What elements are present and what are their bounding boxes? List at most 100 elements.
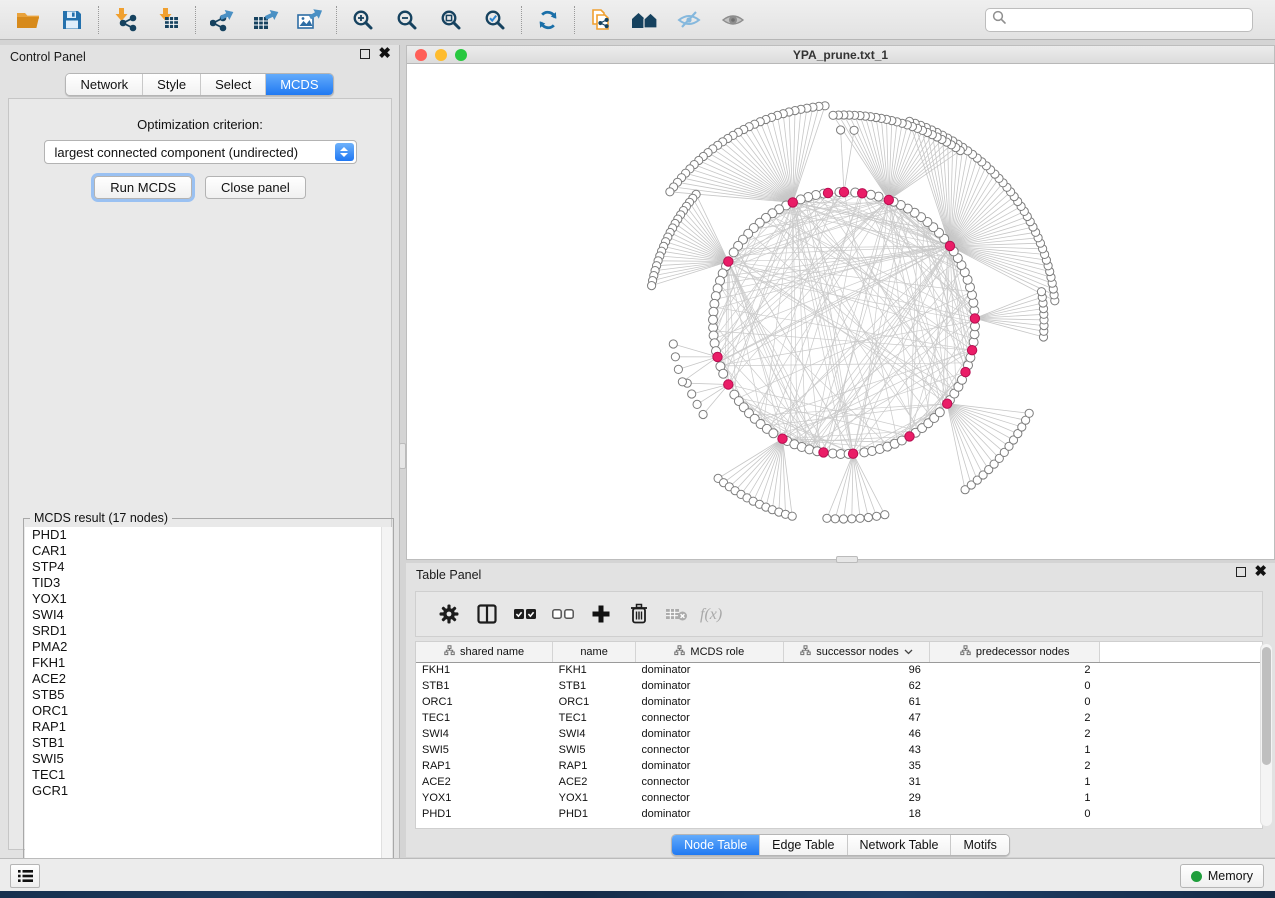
memory-button[interactable]: Memory <box>1180 864 1264 888</box>
network-canvas[interactable] <box>407 64 1274 559</box>
table-tab-motifs[interactable]: Motifs <box>950 835 1008 855</box>
tab-mcds[interactable]: MCDS <box>265 74 332 95</box>
add-row-icon[interactable] <box>582 597 620 631</box>
zoom-selected-icon[interactable] <box>473 4 517 36</box>
open-folder-icon[interactable] <box>6 4 50 36</box>
criterion-dropdown[interactable]: largest connected component (undirected) <box>44 140 357 164</box>
column-header-name[interactable]: name <box>553 642 636 662</box>
search-box[interactable] <box>985 8 1253 32</box>
table-tab-network-table[interactable]: Network Table <box>847 835 951 855</box>
column-header-MCDS-role[interactable]: MCDS role <box>636 642 784 662</box>
result-node-item[interactable]: TEC1 <box>25 767 392 783</box>
tree-icon <box>444 645 455 659</box>
application-window: Control Panel ✖ NetworkStyleSelectMCDS O… <box>0 0 1275 898</box>
control-panel: Control Panel ✖ NetworkStyleSelectMCDS O… <box>0 45 400 858</box>
search-icon <box>992 10 1007 30</box>
desktop-background <box>0 891 1275 898</box>
result-node-item[interactable]: ACE2 <box>25 671 392 687</box>
import-network-icon[interactable] <box>103 4 147 36</box>
close-window-icon[interactable] <box>415 49 427 61</box>
run-mcds-button[interactable]: Run MCDS <box>94 176 192 199</box>
table-row[interactable]: STB1STB1dominator 620 <box>416 678 1262 694</box>
network-view-window: YPA_prune.txt_1 <box>406 45 1275 560</box>
table-row[interactable]: SWI4SWI4dominator 462 <box>416 726 1262 742</box>
close-table-panel-icon[interactable]: ✖ <box>1254 567 1267 577</box>
copy-style-icon[interactable] <box>579 4 623 36</box>
table-row[interactable]: YOX1YOX1connector 291 <box>416 790 1262 806</box>
table-scrollbar-thumb[interactable] <box>1262 647 1271 765</box>
zoom-out-icon[interactable] <box>385 4 429 36</box>
close-panel-icon[interactable]: ✖ <box>378 49 391 59</box>
maximize-window-icon[interactable] <box>455 49 467 61</box>
delete-row-icon[interactable] <box>620 597 658 631</box>
show-all-icon[interactable] <box>711 4 755 36</box>
table-row[interactable]: PHD1PHD1dominator 180 <box>416 806 1262 822</box>
chevron-down-icon[interactable] <box>904 646 913 658</box>
deselect-all-icon[interactable] <box>544 597 582 631</box>
tab-select[interactable]: Select <box>200 74 265 95</box>
tree-icon <box>674 645 685 659</box>
table-row[interactable]: TEC1TEC1connector 472 <box>416 710 1262 726</box>
zoom-fit-icon[interactable] <box>429 4 473 36</box>
column-header-predecessor-nodes[interactable]: predecessor nodes <box>930 642 1100 662</box>
float-table-panel-icon[interactable] <box>1236 567 1246 577</box>
column-header-shared-name[interactable]: shared name <box>416 642 553 662</box>
network-window-titlebar: YPA_prune.txt_1 <box>407 46 1274 64</box>
toolbar-separator <box>574 6 575 34</box>
table-row[interactable]: ORC1ORC1dominator 610 <box>416 694 1262 710</box>
optimization-criterion-label: Optimization criterion: <box>9 117 391 132</box>
control-panel-titlebar: Control Panel ✖ <box>0 45 399 69</box>
settings-icon[interactable] <box>430 597 468 631</box>
result-node-item[interactable]: PHD1 <box>25 527 392 543</box>
table-scrollbar[interactable] <box>1260 643 1273 827</box>
refresh-icon[interactable] <box>526 4 570 36</box>
table-row[interactable]: FKH1FKH1dominator 962 <box>416 662 1262 678</box>
result-node-item[interactable]: GCR1 <box>25 783 392 799</box>
select-all-icon[interactable] <box>506 597 544 631</box>
export-network-icon[interactable] <box>200 4 244 36</box>
table-row[interactable]: RAP1RAP1dominator 352 <box>416 758 1262 774</box>
table-tab-edge-table[interactable]: Edge Table <box>759 835 846 855</box>
criterion-value: largest connected component (undirected) <box>55 145 299 160</box>
result-node-item[interactable]: SWI4 <box>25 607 392 623</box>
result-node-item[interactable]: TID3 <box>25 575 392 591</box>
zoom-in-icon[interactable] <box>341 4 385 36</box>
horizontal-splitter-handle[interactable] <box>836 556 858 563</box>
search-input[interactable] <box>1012 13 1246 27</box>
result-node-item[interactable]: YOX1 <box>25 591 392 607</box>
result-node-item[interactable]: FKH1 <box>25 655 392 671</box>
import-table-icon[interactable] <box>147 4 191 36</box>
column-header-successor-nodes[interactable]: successor nodes <box>783 642 930 662</box>
result-node-item[interactable]: CAR1 <box>25 543 392 559</box>
tab-network[interactable]: Network <box>66 74 142 95</box>
table-tab-node-table[interactable]: Node Table <box>672 835 759 855</box>
show-panels-button[interactable] <box>10 864 40 888</box>
minimize-window-icon[interactable] <box>435 49 447 61</box>
hide-selected-icon[interactable] <box>667 4 711 36</box>
result-node-item[interactable]: STB5 <box>25 687 392 703</box>
table-row[interactable]: ACE2ACE2connector 311 <box>416 774 1262 790</box>
toolbar-separator <box>98 6 99 34</box>
control-panel-title: Control Panel <box>10 50 86 64</box>
export-image-icon[interactable] <box>288 4 332 36</box>
tree-icon <box>960 645 971 659</box>
result-node-item[interactable]: STP4 <box>25 559 392 575</box>
close-panel-button[interactable]: Close panel <box>205 176 306 199</box>
first-neighbors-icon[interactable] <box>623 4 667 36</box>
result-node-item[interactable]: STB1 <box>25 735 392 751</box>
result-node-item[interactable]: SWI5 <box>25 751 392 767</box>
result-node-item[interactable]: PMA2 <box>25 639 392 655</box>
export-table-icon[interactable] <box>244 4 288 36</box>
result-node-item[interactable]: RAP1 <box>25 719 392 735</box>
float-panel-icon[interactable] <box>360 49 370 59</box>
table-row[interactable]: SWI5SWI5connector 431 <box>416 742 1262 758</box>
tab-style[interactable]: Style <box>142 74 200 95</box>
result-node-item[interactable]: ORC1 <box>25 703 392 719</box>
save-icon[interactable] <box>50 4 94 36</box>
vertical-splitter-handle[interactable] <box>399 443 406 469</box>
tree-icon <box>800 645 811 659</box>
result-list-scrollbar[interactable] <box>381 527 392 888</box>
result-node-item[interactable]: SRD1 <box>25 623 392 639</box>
table-panel-title: Table Panel <box>416 568 481 582</box>
columns-icon[interactable] <box>468 597 506 631</box>
